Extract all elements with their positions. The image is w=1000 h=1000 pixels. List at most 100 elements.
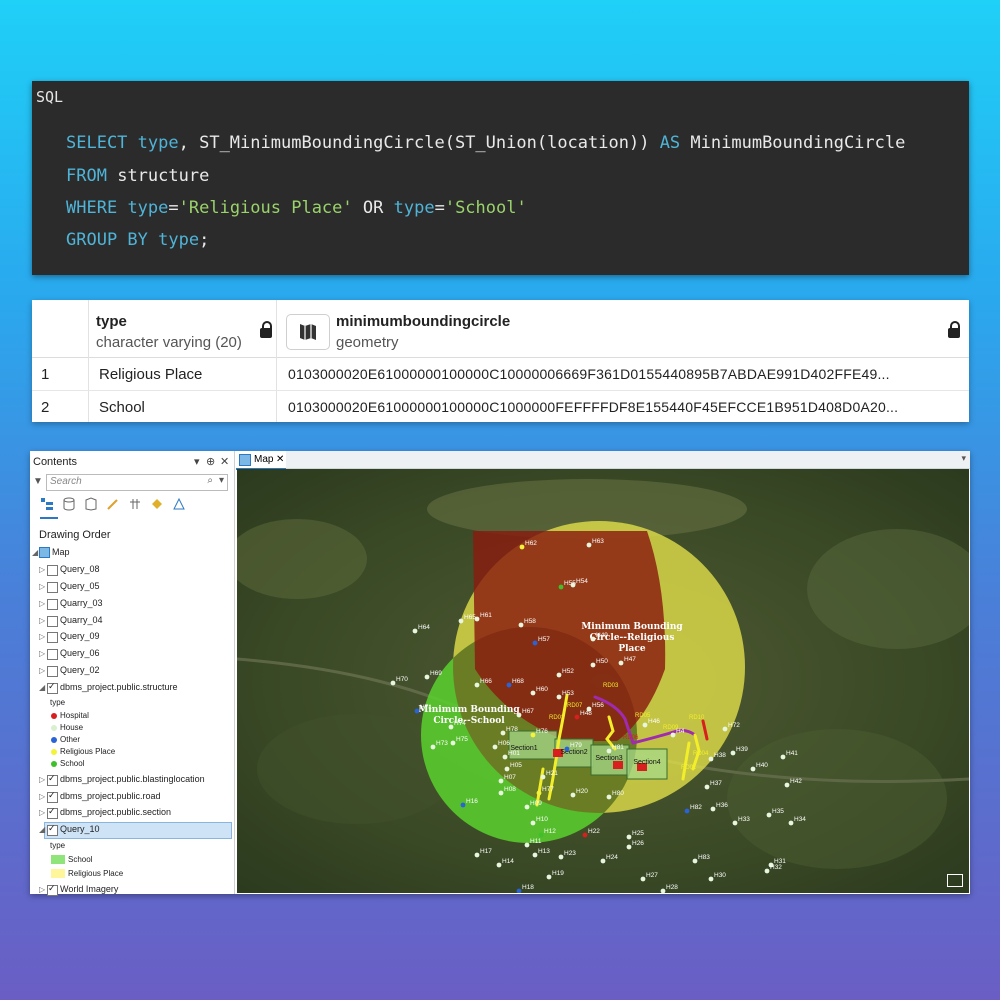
close-icon[interactable]: ✕ — [276, 454, 284, 465]
structure-point[interactable] — [626, 834, 632, 840]
cell-geometry[interactable]: 0103000020E61000000100000C1000000FEFFFFD… — [288, 399, 898, 415]
structure-point[interactable] — [606, 748, 612, 754]
structure-point[interactable] — [500, 730, 506, 736]
structure-point[interactable] — [600, 858, 606, 864]
structure-point[interactable] — [390, 680, 396, 686]
map-canvas[interactable]: Minimum BoundingCircle--ReligiousPlaceMi… — [237, 469, 969, 893]
structure-point[interactable] — [570, 792, 576, 798]
structure-point[interactable] — [788, 820, 794, 826]
structure-point[interactable] — [722, 726, 728, 732]
drawing-order-icon[interactable] — [40, 497, 54, 511]
structure-point[interactable] — [574, 714, 580, 720]
cell-type[interactable]: Religious Place — [99, 366, 202, 383]
structure-point[interactable] — [556, 672, 562, 678]
structure-point[interactable] — [412, 628, 418, 634]
structure-point[interactable] — [530, 820, 536, 826]
structure-point[interactable] — [766, 812, 772, 818]
structure-point[interactable] — [556, 694, 562, 700]
structure-point[interactable] — [516, 712, 522, 718]
structure-point[interactable] — [448, 724, 454, 730]
structure-point[interactable] — [730, 750, 736, 756]
structure-point[interactable] — [558, 584, 564, 590]
labeling-icon[interactable] — [150, 497, 164, 511]
structure-point[interactable] — [532, 640, 538, 646]
structure-point[interactable] — [460, 802, 466, 808]
structure-point[interactable] — [590, 662, 596, 668]
structure-point[interactable] — [474, 616, 480, 622]
selection-icon[interactable] — [84, 497, 98, 511]
structure-point[interactable] — [780, 754, 786, 760]
structure-point[interactable] — [530, 690, 536, 696]
structure-point[interactable] — [496, 862, 502, 868]
structure-point[interactable] — [640, 876, 646, 882]
structure-point[interactable] — [606, 794, 612, 800]
structure-point[interactable] — [626, 844, 632, 850]
structure-point[interactable] — [414, 708, 420, 714]
structure-point[interactable] — [590, 636, 596, 642]
structure-point[interactable] — [558, 854, 564, 860]
chevron-down-icon[interactable]: ▾ — [219, 475, 224, 486]
pin-icon[interactable]: ⊕ — [206, 455, 215, 468]
structure-point[interactable] — [532, 852, 538, 858]
structure-point[interactable] — [764, 868, 770, 874]
filter-icon[interactable]: ▼ — [33, 476, 43, 487]
structure-point[interactable] — [570, 582, 576, 588]
structure-point[interactable] — [536, 790, 542, 796]
structure-point[interactable] — [519, 544, 525, 550]
structure-point[interactable] — [784, 782, 790, 788]
cell-geometry[interactable]: 0103000020E61000000100000C10000006669F36… — [288, 366, 890, 382]
table-row[interactable]: 2 School 0103000020E61000000100000C10000… — [32, 391, 969, 423]
map-view[interactable]: Minimum Bounding Circle--Religious Place Mi… — [237, 469, 969, 893]
structure-point[interactable] — [430, 744, 436, 750]
structure-point[interactable] — [708, 756, 714, 762]
structure-point[interactable] — [424, 674, 430, 680]
structure-point[interactable] — [670, 732, 676, 738]
structure-point[interactable] — [732, 820, 738, 826]
structure-point[interactable] — [692, 858, 698, 864]
structure-point[interactable] — [642, 722, 648, 728]
structure-point[interactable] — [750, 766, 756, 772]
road-label: RD02 — [549, 715, 565, 721]
structure-point[interactable] — [586, 542, 592, 548]
structure-point[interactable] — [540, 774, 546, 780]
geometry-viewer-button[interactable] — [286, 314, 330, 350]
structure-point[interactable] — [498, 790, 504, 796]
structure-point[interactable] — [538, 832, 544, 838]
structure-point[interactable] — [564, 746, 570, 752]
structure-point[interactable] — [504, 766, 510, 772]
chevron-down-icon[interactable]: ▾ — [194, 455, 200, 468]
attribution-icon[interactable] — [947, 874, 963, 887]
structure-point[interactable] — [524, 842, 530, 848]
cell-type[interactable]: School — [99, 399, 145, 416]
structure-point[interactable] — [710, 806, 716, 812]
structure-point[interactable] — [530, 732, 536, 738]
structure-point[interactable] — [708, 876, 714, 882]
structure-point[interactable] — [546, 874, 552, 880]
structure-point[interactable] — [506, 682, 512, 688]
search-input[interactable]: Search ⌕ ▾ — [46, 474, 228, 491]
structure-point[interactable] — [618, 660, 624, 666]
structure-point[interactable] — [684, 808, 690, 814]
structure-point[interactable] — [502, 754, 508, 760]
snapping-icon[interactable] — [128, 497, 142, 511]
table-row[interactable]: 1 Religious Place 0103000020E61000000100… — [32, 358, 969, 391]
structure-point[interactable] — [704, 784, 710, 790]
structure-point[interactable] — [518, 622, 524, 628]
structure-point[interactable] — [450, 740, 456, 746]
structure-point[interactable] — [524, 804, 530, 810]
structure-point[interactable] — [582, 832, 588, 838]
structure-point[interactable] — [458, 618, 464, 624]
search-icon[interactable]: ⌕ — [207, 475, 213, 486]
data-source-icon[interactable] — [62, 497, 76, 511]
structure-point[interactable] — [498, 778, 504, 784]
column-header-geometry[interactable]: minimumboundingcircle — [336, 313, 510, 330]
structure-point[interactable] — [474, 852, 480, 858]
tab-map[interactable]: Map ✕ — [236, 451, 286, 470]
close-icon[interactable]: ✕ — [220, 455, 229, 468]
structure-point[interactable] — [474, 682, 480, 688]
chevron-down-icon[interactable]: ▾ — [961, 453, 966, 464]
edit-pencil-icon[interactable] — [106, 497, 120, 511]
perspective-icon[interactable] — [172, 497, 186, 511]
column-header-type[interactable]: type — [96, 313, 127, 330]
structure-point[interactable] — [492, 744, 498, 750]
